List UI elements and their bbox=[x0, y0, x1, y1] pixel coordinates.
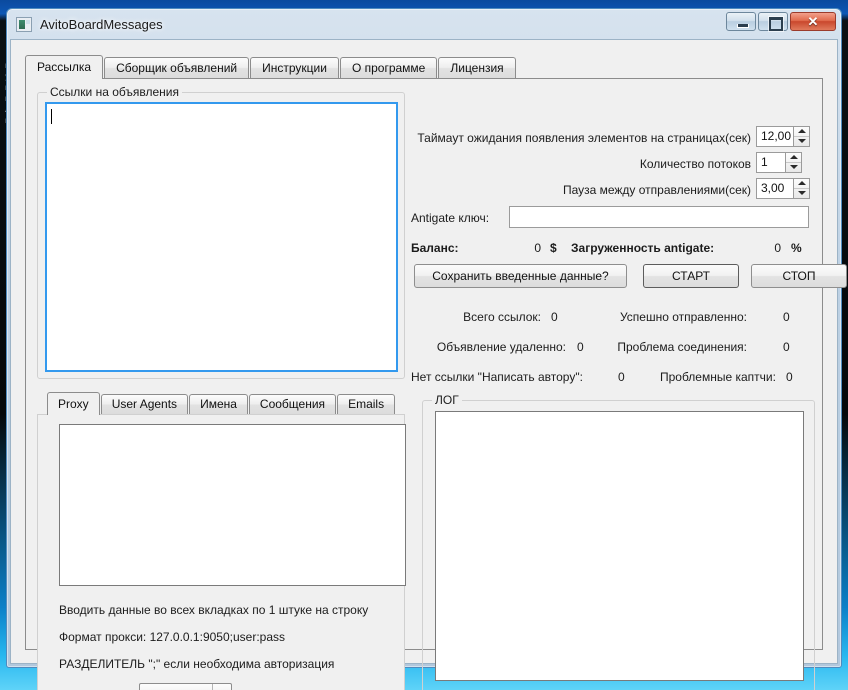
antigate-key-input[interactable] bbox=[509, 206, 809, 228]
stat-label-bad-captcha: Проблемные каптчи: bbox=[660, 370, 776, 384]
pause-value[interactable]: 3,00 bbox=[756, 178, 793, 199]
pause-spinner[interactable]: 3,00 bbox=[756, 178, 810, 199]
stat-label-sent-ok: Успешно отправленно: bbox=[619, 310, 747, 324]
tab-sborshchik[interactable]: Сборщик объявлений bbox=[104, 57, 250, 78]
tab-o-programme[interactable]: О программе bbox=[339, 57, 438, 78]
pause-spin-down-icon[interactable] bbox=[794, 189, 809, 199]
timeout-value[interactable]: 12,00 bbox=[756, 126, 793, 147]
stat-value-sent-ok: 0 bbox=[783, 310, 790, 324]
stat-value-no-author-link: 0 bbox=[618, 370, 625, 384]
stat-value-total-links: 0 bbox=[551, 310, 558, 324]
subtab-emails[interactable]: Emails bbox=[337, 394, 396, 414]
timeout-spin-buttons bbox=[793, 126, 810, 147]
antigate-key-label: Antigate ключ: bbox=[411, 211, 490, 225]
text-caret bbox=[51, 109, 52, 124]
tab-instrukcii[interactable]: Инструкции bbox=[250, 57, 339, 78]
close-icon: ✕ bbox=[807, 14, 819, 29]
save-button[interactable]: Сохранить введенные данные? bbox=[414, 264, 627, 288]
pause-spin-buttons bbox=[793, 178, 810, 199]
timeout-spinner[interactable]: 12,00 bbox=[756, 126, 810, 147]
antigate-load-label: Загруженность antigate: bbox=[571, 241, 715, 255]
application-window: AvitoBoardMessages ✕ Рассылка Сборщик об… bbox=[6, 8, 847, 690]
subtab-proxy[interactable]: Proxy bbox=[47, 392, 100, 415]
antigate-load-value: 0 bbox=[774, 241, 781, 255]
stat-value-bad-captcha: 0 bbox=[786, 370, 793, 384]
log-group-box: ЛОГ bbox=[422, 393, 815, 690]
caption-buttons: ✕ bbox=[726, 12, 836, 31]
tab-rassylka[interactable]: Рассылка bbox=[25, 55, 104, 79]
timeout-label: Таймаут ожидания появления элементов на … bbox=[417, 131, 751, 145]
balance-value: 0 bbox=[534, 241, 541, 255]
minimize-button[interactable] bbox=[726, 12, 756, 31]
timeout-spin-up-icon[interactable] bbox=[794, 127, 809, 137]
links-group-title: Ссылки на объявления bbox=[47, 85, 182, 99]
proxy-type-select[interactable]: none bbox=[139, 683, 232, 690]
title-bar: AvitoBoardMessages ✕ bbox=[7, 9, 841, 39]
subtab-imena[interactable]: Имена bbox=[189, 394, 248, 414]
stop-button[interactable]: СТОП bbox=[751, 264, 847, 288]
timeout-spin-down-icon[interactable] bbox=[794, 137, 809, 147]
proxy-panel: Вводить данные во всех вкладках по 1 шту… bbox=[37, 414, 406, 690]
stat-label-ad-deleted: Объявление удаленно: bbox=[436, 340, 566, 354]
main-tab-strip: Рассылка Сборщик объявлений Инструкции О… bbox=[25, 55, 517, 79]
window-title: AvitoBoardMessages bbox=[40, 16, 163, 32]
stat-value-connection-problem: 0 bbox=[783, 340, 790, 354]
threads-spinner[interactable]: 1 bbox=[756, 152, 802, 173]
antigate-load-unit: % bbox=[791, 241, 802, 255]
threads-label: Количество потоков bbox=[639, 157, 751, 171]
stat-value-ad-deleted: 0 bbox=[577, 340, 584, 354]
log-group-title: ЛОГ bbox=[432, 393, 462, 407]
threads-spin-buttons bbox=[785, 152, 802, 173]
balance-currency: $ bbox=[550, 241, 557, 255]
log-textarea[interactable] bbox=[435, 411, 804, 681]
tab-licenziya[interactable]: Лицензия bbox=[438, 57, 516, 78]
proxy-textarea[interactable] bbox=[59, 424, 406, 586]
start-button[interactable]: СТАРТ bbox=[643, 264, 739, 288]
subtab-user-agents[interactable]: User Agents bbox=[100, 394, 189, 414]
pause-spin-up-icon[interactable] bbox=[794, 179, 809, 189]
app-icon bbox=[16, 17, 32, 32]
stat-label-total-links: Всего ссылок: bbox=[463, 310, 541, 324]
subtab-soobshcheniya[interactable]: Сообщения bbox=[248, 394, 337, 414]
proxy-hint-line-1: Вводить данные во всех вкладках по 1 шту… bbox=[59, 603, 369, 617]
tab-page-rassylka: Ссылки на объявления Таймаут ожидания по… bbox=[25, 78, 847, 690]
stat-label-no-author-link: Нет ссылки "Написать автору": bbox=[411, 370, 583, 384]
balance-label: Баланс: bbox=[411, 241, 459, 255]
chevron-down-icon[interactable] bbox=[212, 684, 231, 690]
close-button[interactable]: ✕ bbox=[790, 12, 836, 31]
links-group-box: Ссылки на объявления bbox=[37, 85, 405, 379]
proxy-hint-line-2: Формат прокси: 127.0.0.1:9050;user:pass bbox=[59, 630, 285, 644]
client-area: Рассылка Сборщик объявлений Инструкции О… bbox=[10, 39, 847, 690]
proxy-sub-tab-strip: Proxy User Agents Имена Сообщения Emails bbox=[47, 392, 396, 415]
threads-spin-up-icon[interactable] bbox=[786, 153, 801, 163]
pause-label: Пауза между отправлениями(сек) bbox=[562, 183, 751, 197]
stat-label-connection-problem: Проблема соединения: bbox=[617, 340, 747, 354]
maximize-button[interactable] bbox=[758, 12, 788, 31]
threads-spin-down-icon[interactable] bbox=[786, 163, 801, 173]
threads-value[interactable]: 1 bbox=[756, 152, 785, 173]
proxy-hint-line-3: РАЗДЕЛИТЕЛЬ ";" если необходима авториза… bbox=[59, 657, 335, 671]
links-textarea[interactable] bbox=[45, 102, 398, 372]
